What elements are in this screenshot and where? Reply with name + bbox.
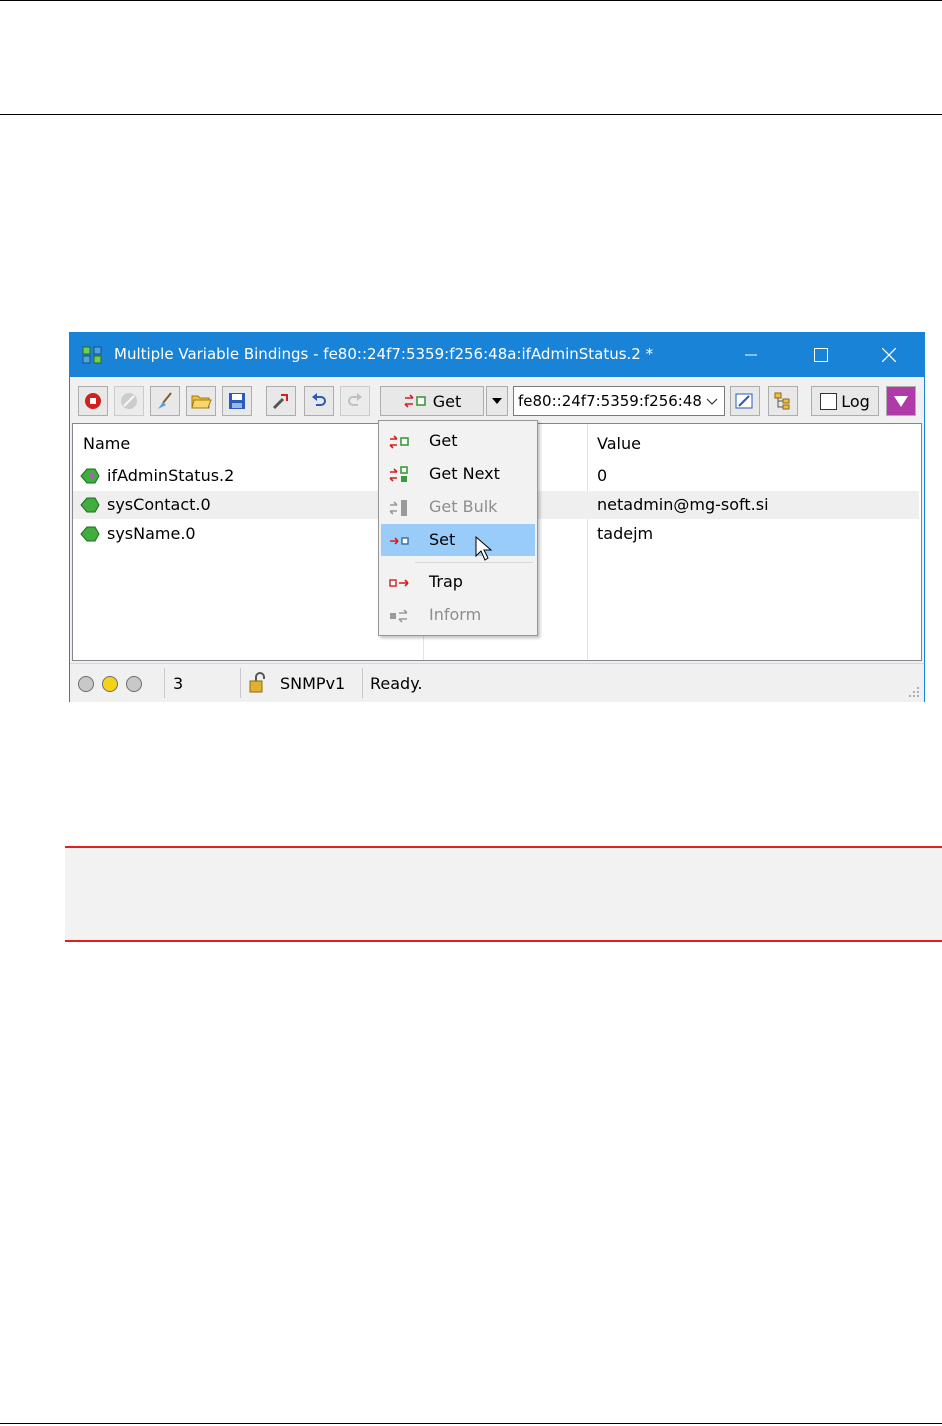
menu-item-label: Get Next xyxy=(429,464,500,483)
minimize-icon xyxy=(745,354,757,356)
status-led-yellow-icon xyxy=(102,676,118,692)
properties-button[interactable] xyxy=(266,386,296,416)
save-button[interactable] xyxy=(222,386,252,416)
header-rule xyxy=(0,114,942,115)
binding-value: 0 xyxy=(597,466,608,485)
save-icon xyxy=(229,393,245,409)
log-toggle[interactable]: Log xyxy=(811,386,879,416)
agent-address-combo[interactable]: fe80::24f7:5359:f256:48 xyxy=(513,386,725,416)
mouse-cursor-icon xyxy=(475,536,493,561)
agent-icon xyxy=(735,393,753,409)
menu-item-label: Inform xyxy=(429,605,482,624)
close-icon xyxy=(882,348,896,362)
minimize-button[interactable] xyxy=(728,333,774,377)
agent-address-value: fe80::24f7:5359:f256:48 xyxy=(518,392,702,410)
menu-item-label: Get Bulk xyxy=(429,497,498,516)
get-button-label: Get xyxy=(432,391,462,411)
clear-button[interactable] xyxy=(150,386,180,416)
column-header-name[interactable]: Name xyxy=(83,434,130,453)
tools-icon xyxy=(272,394,288,410)
unlocked-padlock-icon xyxy=(249,672,265,693)
status-separator xyxy=(240,668,241,698)
footer-rule xyxy=(0,1423,942,1424)
chevron-down-icon xyxy=(706,398,718,405)
menu-item-trap[interactable]: Trap xyxy=(381,566,535,598)
note-box xyxy=(65,846,942,942)
menu-item-set[interactable]: Set xyxy=(381,524,535,561)
status-protocol: SNMPv1 xyxy=(280,674,346,693)
get-button[interactable]: Get xyxy=(380,386,484,416)
get-dropdown-button[interactable] xyxy=(486,386,508,416)
status-separator xyxy=(164,668,165,698)
menu-separator xyxy=(415,562,533,563)
menu-item-label: Get xyxy=(429,431,458,450)
undo-icon xyxy=(312,393,326,406)
node-icon xyxy=(80,497,100,513)
menu-item-get[interactable]: Get xyxy=(381,425,535,457)
binding-name: sysName.0 xyxy=(107,524,196,543)
status-led-gray-icon xyxy=(126,676,142,692)
binding-value: tadejm xyxy=(597,524,654,543)
cancel-icon xyxy=(121,393,137,409)
help-button[interactable] xyxy=(886,386,916,416)
get-icon xyxy=(404,394,426,408)
get-operation-menu: Get Get Next Get Bulk Set Trap Inform xyxy=(378,420,538,636)
menu-item-inform: Inform xyxy=(381,599,535,631)
undo-button[interactable] xyxy=(304,386,334,416)
status-bar: 3 SNMPv1 Ready. xyxy=(70,663,924,702)
binding-name: ifAdminStatus.2 xyxy=(107,466,235,485)
broom-icon xyxy=(158,392,172,409)
title-bar[interactable]: Multiple Variable Bindings - fe80::24f7:… xyxy=(70,333,924,377)
window-title: Multiple Variable Bindings - fe80::24f7:… xyxy=(114,345,654,363)
bindings-app-icon xyxy=(82,346,102,364)
menu-item-label: Trap xyxy=(429,572,463,591)
maximize-icon xyxy=(814,348,828,362)
redo-button[interactable] xyxy=(340,386,370,416)
inform-icon xyxy=(390,609,408,623)
stop-query-button[interactable] xyxy=(78,386,108,416)
redo-icon xyxy=(348,393,362,406)
get-bulk-icon xyxy=(389,500,407,516)
cancel-button[interactable] xyxy=(114,386,144,416)
status-count: 3 xyxy=(173,674,184,693)
close-button[interactable] xyxy=(866,333,912,377)
writable-node-icon xyxy=(80,468,100,484)
help-icon xyxy=(894,396,908,407)
status-message: Ready. xyxy=(370,674,423,693)
get-icon xyxy=(389,435,409,449)
get-next-icon xyxy=(389,466,408,482)
trap-icon xyxy=(389,579,409,587)
menu-item-get-bulk: Get Bulk xyxy=(381,491,535,523)
tree-icon xyxy=(774,392,790,410)
log-label: Log xyxy=(841,391,870,411)
page-top-rule xyxy=(0,0,942,1)
binding-value: netadmin@mg-soft.si xyxy=(597,495,769,514)
node-icon xyxy=(80,526,100,542)
dropdown-arrow-icon xyxy=(492,398,502,404)
folder-open-icon xyxy=(191,395,212,409)
column-header-value[interactable]: Value xyxy=(597,434,641,453)
status-led-gray-icon xyxy=(78,676,94,692)
maximize-button[interactable] xyxy=(798,333,844,377)
agent-properties-button[interactable] xyxy=(730,386,760,416)
open-button[interactable] xyxy=(186,386,216,416)
stop-icon xyxy=(85,393,101,409)
menu-item-get-next[interactable]: Get Next xyxy=(381,458,535,490)
resize-grip-icon[interactable] xyxy=(908,686,920,698)
log-checkbox[interactable] xyxy=(820,392,838,410)
set-icon xyxy=(390,537,409,545)
menu-item-label: Set xyxy=(429,530,456,549)
toolbar: Get fe80::24f7:5359:f256:48 Log xyxy=(70,377,924,419)
status-separator xyxy=(362,668,363,698)
mib-tree-button[interactable] xyxy=(768,386,798,416)
binding-name: sysContact.0 xyxy=(107,495,211,514)
